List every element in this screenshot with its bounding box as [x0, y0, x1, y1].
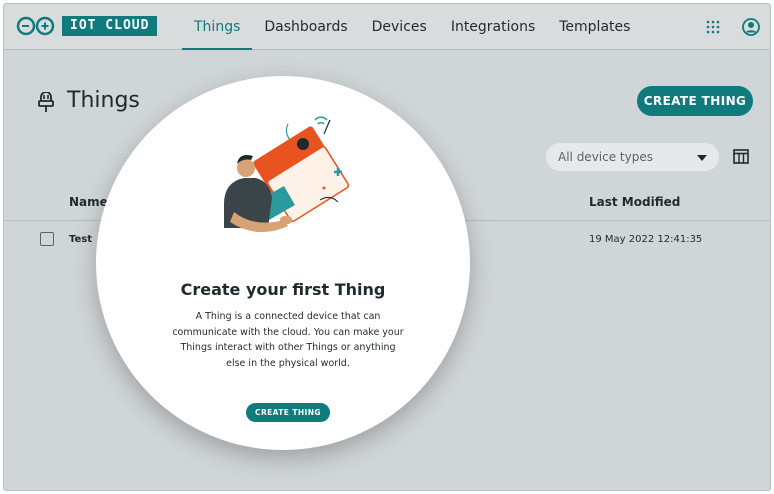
onboarding-create-thing-button[interactable]: CREATE THING — [246, 403, 330, 422]
nav-integrations[interactable]: Integrations — [439, 4, 547, 50]
create-thing-button[interactable]: CREATE THING — [637, 86, 753, 116]
page-title: Things — [67, 88, 140, 113]
top-navigation-bar: IOT CLOUD Things Dashboards Devices Inte… — [4, 4, 770, 50]
logo[interactable]: IOT CLOUD — [16, 16, 158, 36]
row-checkbox[interactable] — [40, 232, 54, 246]
account-icon[interactable] — [742, 18, 760, 36]
column-header-name[interactable]: Name — [69, 195, 108, 209]
nav-things[interactable]: Things — [182, 4, 253, 50]
main-nav: Things Dashboards Devices Integrations T… — [182, 4, 642, 50]
app-window: IOT CLOUD Things Dashboards Devices Inte… — [3, 3, 771, 491]
thing-plug-icon — [38, 92, 54, 112]
onboarding-description: A Thing is a connected device that can c… — [172, 311, 404, 369]
chevron-down-icon — [697, 155, 707, 161]
thing-last-modified: 19 May 2022 12:41:35 — [589, 234, 703, 245]
apps-grid-icon[interactable] — [706, 20, 720, 34]
columns-icon[interactable] — [733, 149, 749, 164]
nav-dashboards[interactable]: Dashboards — [252, 4, 359, 50]
device-type-filter[interactable]: All device types — [546, 143, 719, 171]
column-header-last-modified[interactable]: Last Modified — [589, 195, 680, 209]
thing-name[interactable]: Test — [69, 234, 92, 245]
brand-name: IOT CLOUD — [62, 16, 158, 36]
filter-selected-value: All device types — [558, 150, 653, 164]
person-holding-device-illustration — [224, 116, 350, 233]
nav-templates[interactable]: Templates — [547, 4, 642, 50]
arduino-infinity-icon — [16, 16, 55, 36]
nav-devices[interactable]: Devices — [360, 4, 439, 50]
onboarding-title: Create your first Thing — [180, 280, 386, 299]
